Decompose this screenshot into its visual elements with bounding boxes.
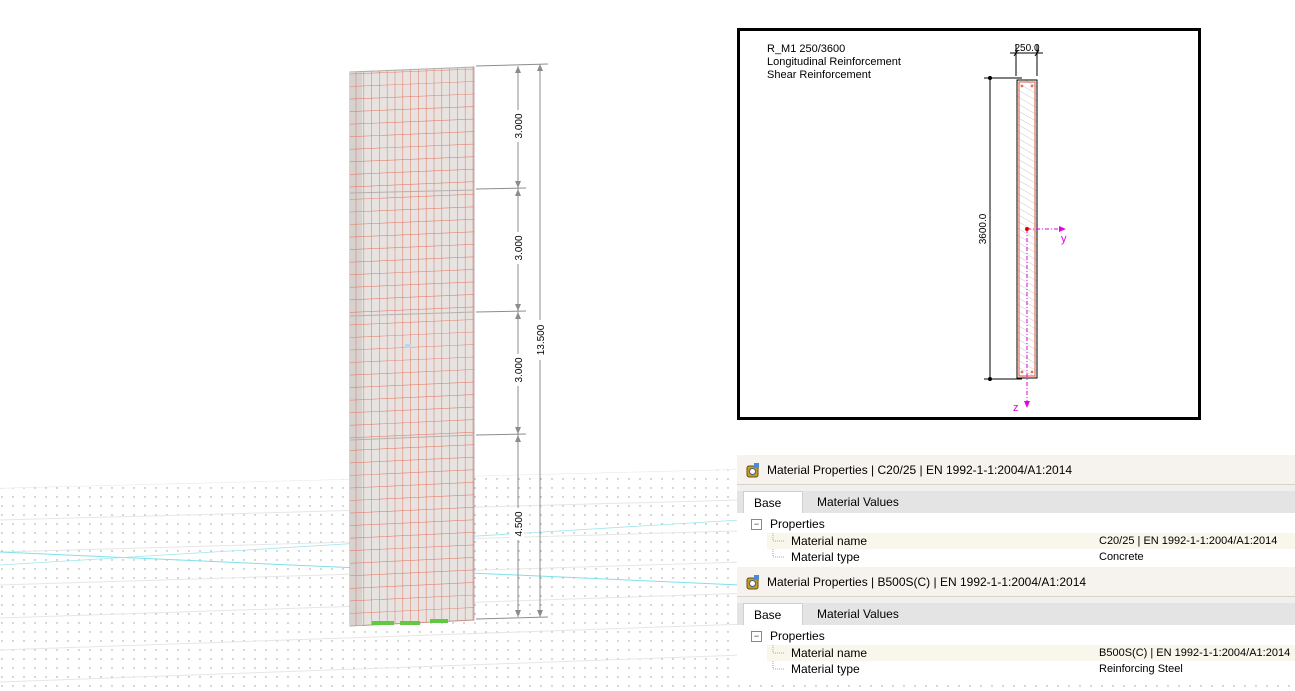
panel-title: Material Properties | B500S(C) | EN 1992… [767, 575, 1087, 589]
property-row[interactable]: Material name C20/25 | EN 1992-1-1:2004/… [767, 533, 1295, 549]
tree-connector-icon [767, 661, 787, 677]
dim-segment-1: 3.000 [514, 113, 525, 138]
panel-header: Material Properties | B500S(C) | EN 1992… [737, 567, 1295, 597]
dim-total: 13.500 [536, 324, 547, 355]
panel-tabs: Base Material Values [737, 491, 1295, 513]
tab-material-values[interactable]: Material Values [807, 491, 909, 513]
section-name: R_M1 250/3600 [767, 43, 846, 55]
properties-tree: − Properties Material name B500S(C) | EN … [737, 625, 1295, 679]
section-info: R_M1 250/3600 Longitudinal Reinforcement… [767, 43, 901, 82]
property-row[interactable]: Material type Concrete [767, 549, 1295, 565]
property-value: C20/25 | EN 1992-1-1:2004/A1:2014 [1099, 535, 1278, 547]
material-icon [746, 463, 759, 478]
wall-member[interactable] [349, 66, 475, 627]
section-height-label: 3600.0 [978, 213, 989, 244]
section-shear-label: Shear Reinforcement [767, 69, 871, 81]
property-row[interactable]: Material type Reinforcing Steel [767, 661, 1295, 677]
axis-z-label: z [1013, 402, 1019, 414]
panel-title: Material Properties | C20/25 | EN 1992-1… [767, 463, 1073, 477]
tree-connector-icon [767, 549, 787, 565]
dim-segment-4: 4.500 [514, 511, 525, 536]
material-panel-concrete: Material Properties | C20/25 | EN 1992-1… [737, 455, 1295, 567]
property-key: Material type [791, 662, 860, 676]
tree-connector-icon [767, 645, 787, 661]
properties-group[interactable]: − Properties [751, 516, 825, 532]
cross-section-drawing: 250.0 3600.0 y z [978, 43, 1067, 414]
tab-base[interactable]: Base [743, 491, 803, 513]
property-value: Reinforcing Steel [1099, 663, 1183, 675]
property-value: B500S(C) | EN 1992-1-1:2004/A1:2014 [1099, 647, 1291, 659]
property-key: Material name [791, 646, 868, 660]
property-row[interactable]: Material name B500S(C) | EN 1992-1-1:200… [767, 645, 1295, 661]
axis-y-label: y [1061, 233, 1067, 245]
material-icon [746, 575, 759, 590]
property-value: Concrete [1099, 551, 1144, 563]
panel-tabs: Base Material Values [737, 603, 1295, 625]
section-width-label: 250.0 [1014, 43, 1039, 54]
panel-header: Material Properties | C20/25 | EN 1992-1… [737, 455, 1295, 485]
tree-connector-icon [767, 533, 787, 549]
collapse-icon[interactable]: − [751, 631, 762, 643]
properties-group[interactable]: − Properties [751, 628, 825, 644]
material-panel-reinforcing-steel: Material Properties | B500S(C) | EN 1992… [737, 567, 1295, 679]
tab-material-values[interactable]: Material Values [807, 603, 909, 625]
section-longitudinal-label: Longitudinal Reinforcement [767, 56, 901, 68]
tab-base[interactable]: Base [743, 603, 803, 625]
property-key: Material type [791, 550, 860, 564]
collapse-icon[interactable]: − [751, 519, 762, 531]
dim-segment-3: 3.000 [514, 357, 525, 382]
properties-tree: − Properties Material name C20/25 | EN 19… [737, 513, 1295, 567]
dim-segment-2: 3.000 [514, 235, 525, 260]
property-key: Material name [791, 534, 868, 548]
